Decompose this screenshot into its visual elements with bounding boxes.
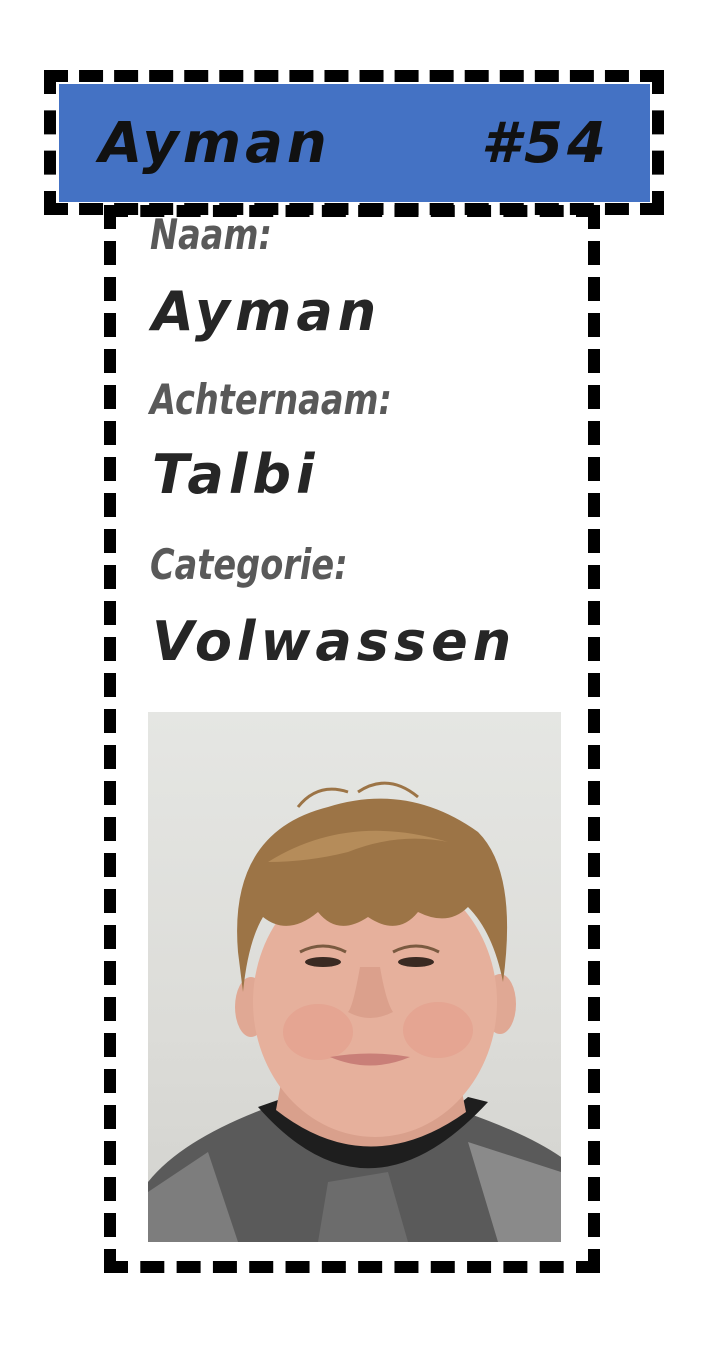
category-value: Volwassen bbox=[152, 610, 517, 673]
player-name-title: Ayman bbox=[99, 110, 331, 176]
player-number: #54 bbox=[481, 110, 610, 176]
last-name-label: Achternaam: bbox=[150, 375, 392, 424]
last-name-value: Talbi bbox=[152, 443, 320, 506]
category-label: Categorie: bbox=[150, 540, 348, 589]
portrait-photo bbox=[148, 712, 561, 1242]
header-banner: Ayman #54 bbox=[59, 84, 650, 202]
first-name-value: Ayman bbox=[152, 280, 382, 343]
portrait-illustration bbox=[148, 781, 561, 1242]
first-name-label: Naam: bbox=[150, 210, 272, 259]
